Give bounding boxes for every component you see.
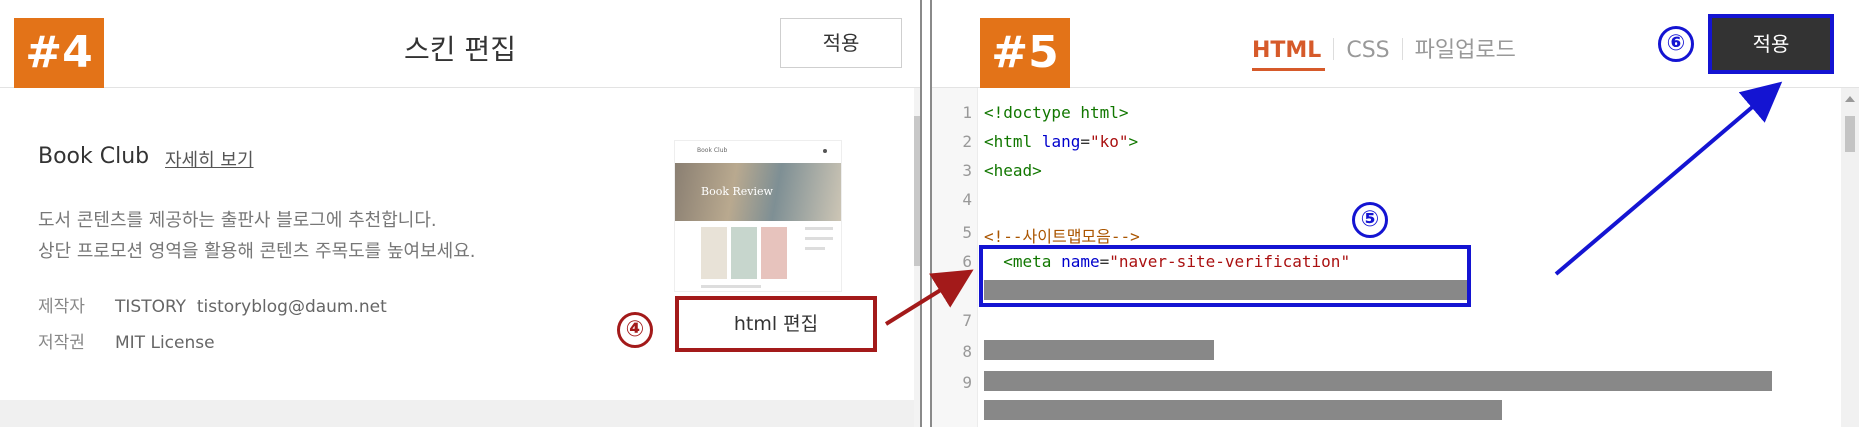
meta-tag-highlight <box>979 245 1471 307</box>
meta-label: 저작권 <box>38 333 85 353</box>
code-line[interactable]: <head> <box>984 161 1042 180</box>
callout-4: ④ <box>617 312 653 348</box>
line-number: 3 <box>962 161 972 180</box>
redacted-text <box>984 371 1772 391</box>
meta-value: MIT License <box>115 333 215 353</box>
line-number: 6 <box>962 252 972 271</box>
tab-css[interactable]: CSS <box>1346 38 1389 63</box>
thumbnail-line <box>805 247 825 250</box>
code-line[interactable]: <html lang="ko"> <box>984 132 1138 151</box>
thumbnail-hero-text: Book Review <box>701 185 773 198</box>
editor-tabs: HTML CSS 파일업로드 <box>1252 32 1516 64</box>
meta-label: 제작자 <box>38 297 85 317</box>
tab-file-upload[interactable]: 파일업로드 <box>1415 32 1516 64</box>
line-number: 4 <box>962 190 972 209</box>
html-editor-panel: HTML CSS 파일업로드 적용 #5 ⑥ 1 2 3 4 5 6 7 8 9 <… <box>932 0 1859 427</box>
line-number: 9 <box>962 373 972 392</box>
panel-divider <box>920 0 932 427</box>
thumbnail-book <box>701 227 727 279</box>
line-number: 8 <box>962 342 972 361</box>
step-tag-4: #4 <box>14 18 104 88</box>
code-line[interactable]: <!--사이트맵모음--> <box>984 223 1140 247</box>
thumbnail-header: Book Club <box>697 147 728 154</box>
tab-separator <box>1401 38 1403 60</box>
meta-author: 제작자 TISTORY tistoryblog@daum.net <box>38 292 387 317</box>
thumbnail-book <box>731 227 757 279</box>
apply-button[interactable]: 적용 <box>780 18 902 68</box>
skin-name: Book Club <box>38 144 150 169</box>
detail-link[interactable]: 자세히 보기 <box>165 146 254 172</box>
description-line: 도서 콘텐츠를 제공하는 출판사 블로그에 추천합니다. <box>38 210 437 231</box>
tab-separator <box>1333 38 1335 60</box>
apply-button[interactable]: 적용 <box>1708 14 1834 74</box>
step-tag-5: #5 <box>980 18 1070 88</box>
thumbnail-book <box>761 227 787 279</box>
line-number: 5 <box>962 223 972 242</box>
skin-edit-panel: 스킨 편집 적용 #4 Book Club 자세히 보기 도서 콘텐츠를 제공하… <box>0 0 920 427</box>
redacted-text <box>984 400 1502 420</box>
scrollbar-thumb[interactable] <box>1845 116 1855 152</box>
active-tab-indicator <box>1252 68 1325 71</box>
editor-header: HTML CSS 파일업로드 적용 <box>932 0 1859 88</box>
redacted-text <box>984 340 1214 360</box>
thumbnail-line <box>805 237 833 240</box>
meta-license: 저작권 MIT License <box>38 328 215 353</box>
scrollbar[interactable] <box>1841 88 1859 427</box>
line-number: 1 <box>962 103 972 122</box>
callout-6: ⑥ <box>1658 26 1694 62</box>
scroll-up-icon[interactable] <box>1845 96 1855 102</box>
code-line[interactable]: <!doctype html> <box>984 103 1129 122</box>
panel-footer <box>0 400 914 427</box>
line-number: 2 <box>962 132 972 151</box>
description-line: 상단 프로모션 영역을 활용해 콘텐츠 주목도를 높여보세요. <box>38 241 476 262</box>
callout-5: ⑤ <box>1352 202 1388 238</box>
thumbnail-line <box>805 227 833 230</box>
line-number: 7 <box>962 311 972 330</box>
skin-edit-header: 스킨 편집 적용 <box>0 0 920 88</box>
skin-description: 도서 콘텐츠를 제공하는 출판사 블로그에 추천합니다. 상단 프로모션 영역을… <box>38 205 476 267</box>
tab-html[interactable]: HTML <box>1252 38 1321 63</box>
thumbnail-line <box>701 285 761 288</box>
html-edit-button[interactable]: html 편집 <box>675 296 877 352</box>
skin-thumbnail: Book Club Book Review <box>674 140 842 292</box>
thumbnail-menu-dot <box>823 149 827 153</box>
meta-value: TISTORY tistoryblog@daum.net <box>115 297 387 317</box>
